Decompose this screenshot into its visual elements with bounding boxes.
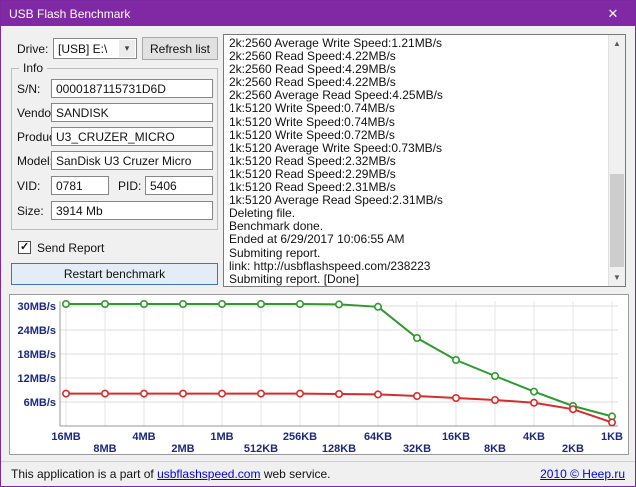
refresh-list-button[interactable]: Refresh list: [142, 37, 218, 60]
usbflashspeed-link[interactable]: usbflashspeed.com: [157, 467, 260, 481]
log-line: 1k:5120 Read Speed:2.32MB/s: [229, 155, 608, 168]
svg-text:16KB: 16KB: [442, 431, 470, 443]
svg-text:12MB/s: 12MB/s: [17, 373, 56, 385]
model-field[interactable]: [51, 151, 213, 170]
send-report-label: Send Report: [37, 241, 104, 255]
scroll-up-icon[interactable]: ▲: [609, 35, 625, 52]
heep-credit-link[interactable]: 2010 © Heep.ru: [540, 467, 625, 481]
size-field[interactable]: [51, 201, 213, 220]
svg-text:6MB/s: 6MB/s: [24, 397, 56, 409]
svg-text:4KB: 4KB: [523, 431, 545, 443]
svg-text:30MB/s: 30MB/s: [17, 301, 56, 313]
pid-label: PID:: [118, 179, 141, 193]
svg-text:1MB: 1MB: [210, 431, 233, 443]
log-line: Submiting report. [Done]: [229, 273, 608, 286]
svg-text:24MB/s: 24MB/s: [17, 325, 56, 337]
svg-text:16MB: 16MB: [51, 431, 80, 443]
svg-text:8KB: 8KB: [484, 443, 506, 454]
footer-text: This application is a part of usbflashsp…: [11, 467, 331, 481]
sn-field[interactable]: [51, 79, 213, 98]
svg-text:128KB: 128KB: [322, 443, 356, 454]
svg-text:18MB/s: 18MB/s: [17, 349, 56, 361]
svg-text:256KB: 256KB: [283, 431, 317, 443]
log-line: 1k:5120 Average Write Speed:0.73MB/s: [229, 142, 608, 155]
log-line: Submiting report.: [229, 247, 608, 260]
vid-label: VID:: [17, 179, 40, 193]
drive-select-value: [USB] E:\: [58, 42, 107, 56]
close-icon[interactable]: ✕: [591, 1, 635, 26]
log-lines: 2k:2560 Average Write Speed:1.21MB/s2k:2…: [224, 35, 608, 286]
log-line: 1k:5120 Write Speed:0.72MB/s: [229, 129, 608, 142]
drive-select[interactable]: [USB] E:\ ▾: [53, 38, 137, 59]
statusbar: This application is a part of usbflashsp…: [1, 461, 635, 486]
log-line: 1k:5120 Write Speed:0.74MB/s: [229, 102, 608, 115]
info-group-label: Info: [19, 61, 47, 75]
product-field[interactable]: [51, 127, 213, 146]
svg-text:64KB: 64KB: [364, 431, 392, 443]
log-line: 1k:5120 Write Speed:0.74MB/s: [229, 116, 608, 129]
log-panel[interactable]: 2k:2560 Average Write Speed:1.21MB/s2k:2…: [223, 34, 626, 287]
svg-text:32KB: 32KB: [403, 443, 431, 454]
window-title: USB Flash Benchmark: [1, 7, 591, 21]
drive-label: Drive:: [17, 42, 48, 56]
pid-field[interactable]: [145, 176, 213, 195]
scrollbar-thumb[interactable]: [610, 174, 624, 267]
chevron-down-icon: ▾: [119, 40, 135, 57]
size-label: Size:: [17, 204, 44, 218]
titlebar: USB Flash Benchmark ✕: [1, 1, 635, 26]
vid-field[interactable]: [51, 176, 109, 195]
app-window: USB Flash Benchmark ✕ Drive: [USB] E:\ ▾…: [0, 0, 636, 487]
footer-text-after: web service.: [260, 467, 330, 481]
svg-text:2MB: 2MB: [171, 443, 194, 454]
restart-benchmark-button[interactable]: Restart benchmark: [11, 263, 218, 285]
model-label: Model:: [17, 154, 53, 168]
svg-text:4MB: 4MB: [132, 431, 155, 443]
footer-text-before: This application is a part of: [11, 467, 157, 481]
log-line: link: http://usbflashspeed.com/238223: [229, 260, 608, 273]
scroll-down-icon[interactable]: ▼: [609, 269, 625, 286]
sn-label: S/N:: [17, 82, 40, 96]
svg-text:8MB: 8MB: [93, 443, 116, 454]
svg-text:512KB: 512KB: [244, 443, 278, 454]
svg-text:2KB: 2KB: [562, 443, 584, 454]
svg-text:1KB: 1KB: [601, 431, 623, 443]
log-scrollbar[interactable]: ▲ ▼: [608, 35, 625, 286]
send-report-checkbox[interactable]: [18, 241, 31, 254]
info-group: Info S/N: Vendor: Product: Model: VID: P…: [11, 68, 218, 230]
vendor-field[interactable]: [51, 103, 213, 122]
benchmark-chart: 30MB/s 24MB/s 18MB/s 12MB/s 6MB/s 16MB 8MB 4MB 2…: [9, 294, 629, 455]
log-line: Ended at 6/29/2017 10:06:55 AM: [229, 233, 608, 246]
chart-svg: 30MB/s 24MB/s 18MB/s 12MB/s 6MB/s 16MB 8MB 4MB 2…: [10, 295, 628, 454]
